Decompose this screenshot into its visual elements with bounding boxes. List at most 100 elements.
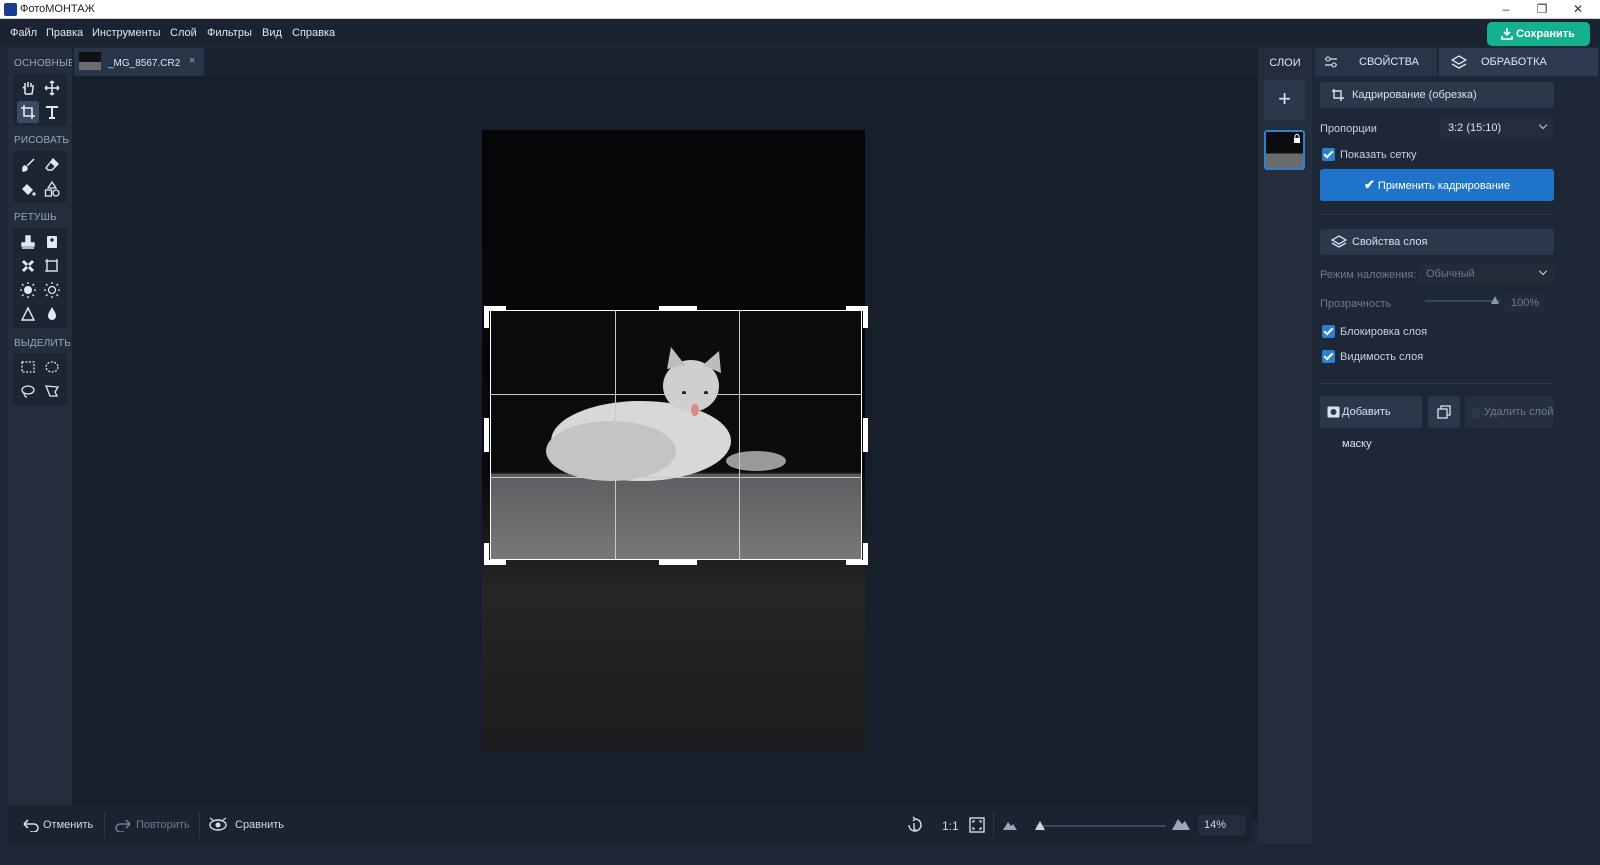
compare-button[interactable]: Сравнить: [235, 819, 284, 831]
layer-props-section-header[interactable]: Свойства слоя: [1320, 229, 1554, 255]
redo-button[interactable]: Повторить: [136, 819, 190, 831]
menu-tools[interactable]: Инструменты: [92, 27, 161, 39]
proportions-select[interactable]: 3:2 (15:10): [1440, 117, 1554, 139]
grid-line: [491, 394, 861, 395]
canvas-area[interactable]: [72, 76, 1310, 821]
add-mask-label: Добавить маску: [1342, 406, 1391, 450]
zoom-field[interactable]: 14%: [1198, 815, 1246, 835]
move-tool[interactable]: [41, 77, 63, 99]
ellipse-select-icon: [45, 361, 59, 373]
blend-mode-select[interactable]: Обычный: [1418, 263, 1554, 285]
brush-tool[interactable]: [17, 154, 39, 176]
crop-handle-bottom[interactable]: [659, 560, 697, 565]
duplicate-icon: [1437, 405, 1451, 419]
layer-props-label: Свойства слоя: [1352, 236, 1428, 248]
text-tool[interactable]: [41, 101, 63, 123]
group-label-retouch: РЕТУШЬ: [14, 212, 57, 223]
drop-icon: [48, 307, 56, 320]
dodge-tool[interactable]: [17, 279, 39, 301]
tab-processing[interactable]: ОБРАБОТКА: [1439, 48, 1598, 76]
ellipse-select-tool[interactable]: [41, 356, 63, 378]
bottom-toolbar: Отменить Повторить Сравнить 1:1 14%: [8, 806, 1253, 844]
crop-frame[interactable]: [490, 310, 862, 560]
actual-size-button[interactable]: 1:1: [942, 819, 959, 833]
menu-layer[interactable]: Слой: [170, 27, 197, 39]
add-layer-button[interactable]: +: [1264, 80, 1305, 120]
bandage-tool[interactable]: [17, 255, 39, 277]
undo-button[interactable]: Отменить: [43, 819, 93, 831]
draw-tools: [13, 151, 67, 203]
fill-tool[interactable]: [17, 178, 39, 200]
layer-visibility-checkbox[interactable]: [1322, 350, 1335, 363]
window-title: ФотоМОНТАЖ: [20, 3, 95, 15]
duplicate-layer-button[interactable]: [1428, 396, 1460, 428]
sun-filled-icon: [20, 282, 36, 298]
group-label-draw: РИСОВАТЬ: [14, 135, 70, 146]
group-label-select: ВЫДЕЛИТЬ: [14, 338, 71, 349]
save-button[interactable]: Сохранить: [1487, 22, 1590, 46]
delete-layer-button[interactable]: Удалить слой: [1465, 396, 1554, 428]
shapes-tool[interactable]: [41, 178, 63, 200]
stamp-tool[interactable]: [17, 231, 39, 253]
healing-icon: [47, 236, 57, 248]
rect-select-tool[interactable]: [17, 356, 39, 378]
crop-handle-top[interactable]: [659, 306, 697, 311]
crop-handle-br[interactable]: [863, 543, 868, 565]
close-tab-icon[interactable]: ×: [189, 55, 195, 67]
sharpen-tool[interactable]: [17, 303, 39, 325]
bandage-icon: [21, 259, 35, 273]
crop-handle-left[interactable]: [484, 418, 489, 452]
separator: [199, 812, 200, 838]
crop-handle-right[interactable]: [863, 418, 868, 452]
redo-icon: [115, 819, 131, 832]
delete-layer-label: Удалить слой: [1484, 406, 1554, 418]
crop-handle-bl[interactable]: [484, 543, 489, 565]
properties-panel: СВОЙСТВА ОБРАБОТКА Кадрирование (обрезка…: [1315, 48, 1600, 844]
grid-line: [615, 311, 616, 559]
document-tab[interactable]: _MG_8567.CR2 ×: [74, 48, 204, 76]
group-label-basic: ОСНОВНЫЕ: [14, 58, 76, 69]
menu-filters[interactable]: Фильтры: [207, 27, 252, 39]
minimize-button[interactable]: –: [1488, 0, 1524, 19]
app-window: ФотоМОНТАЖ – ❐ ✕ Файл Правка Инструменты…: [0, 0, 1600, 865]
crop-tool[interactable]: [17, 101, 39, 123]
blur-tool[interactable]: [41, 303, 63, 325]
menu-help[interactable]: Справка: [292, 27, 335, 39]
add-mask-button[interactable]: Добавить маску: [1320, 396, 1422, 450]
layer-thumbnail[interactable]: [1264, 130, 1305, 170]
tab-properties[interactable]: СВОЙСТВА: [1315, 48, 1437, 76]
menu-edit[interactable]: Правка: [46, 27, 83, 39]
show-grid-checkbox[interactable]: [1322, 148, 1335, 161]
retouch-tools: [13, 228, 67, 328]
patch-tool[interactable]: [41, 255, 63, 277]
crop-section-header[interactable]: Кадрирование (обрезка): [1320, 82, 1554, 108]
select-tools: [13, 353, 67, 405]
zoom-slider[interactable]: [1036, 825, 1166, 827]
polygon-lasso-tool[interactable]: [41, 380, 63, 402]
menu-file[interactable]: Файл: [10, 27, 37, 39]
close-window-button[interactable]: ✕: [1560, 0, 1596, 19]
zoom-slider-thumb[interactable]: [1034, 821, 1045, 830]
stamp-icon: [21, 235, 35, 249]
eraser-tool[interactable]: [41, 154, 63, 176]
chevron-down-icon: [1538, 266, 1548, 276]
lock-layer-checkbox[interactable]: [1322, 325, 1335, 338]
healing-tool[interactable]: [41, 231, 63, 253]
blend-mode-label: Режим наложения:: [1320, 269, 1417, 281]
burn-tool[interactable]: [41, 279, 63, 301]
lasso-tool[interactable]: [17, 380, 39, 402]
hand-tool[interactable]: [17, 77, 39, 99]
opacity-field[interactable]: 100%: [1505, 293, 1545, 313]
crop-handle-tr[interactable]: [863, 306, 868, 328]
restore-button[interactable]: ❐: [1524, 0, 1560, 19]
crop-handle-tl[interactable]: [484, 306, 489, 328]
layers-header: СЛОИ: [1269, 57, 1301, 69]
proportions-label: Пропорции: [1320, 123, 1377, 135]
crop-section-label: Кадрирование (обрезка): [1352, 89, 1477, 101]
menu-view[interactable]: Вид: [262, 27, 282, 39]
lock-icon: [1294, 134, 1300, 143]
opacity-slider[interactable]: [1425, 300, 1500, 302]
opacity-slider-thumb[interactable]: [1491, 296, 1499, 304]
apply-crop-button[interactable]: ✔ Применить кадрирование: [1320, 169, 1554, 201]
trash-icon: [1472, 408, 1480, 418]
